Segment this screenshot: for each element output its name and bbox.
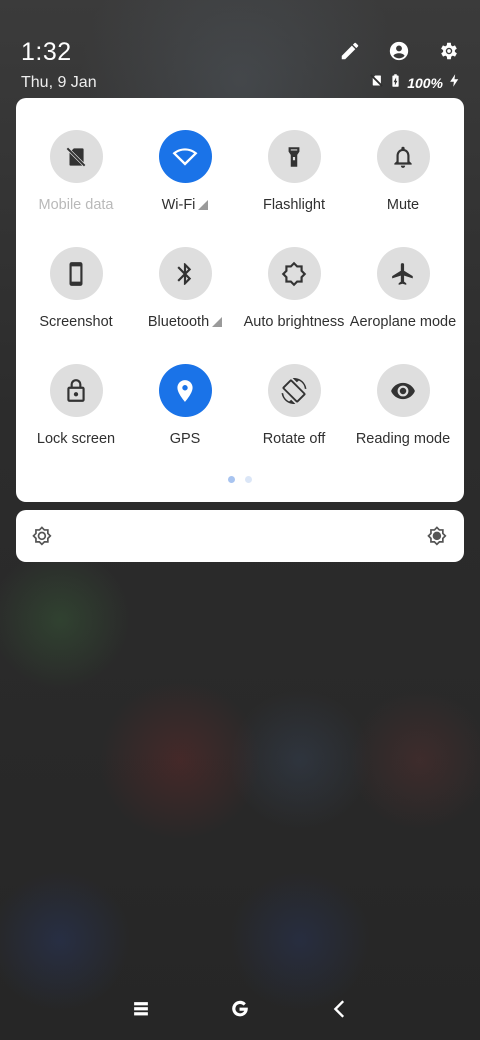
- lock-screen-toggle[interactable]: [49, 364, 103, 417]
- bluetooth-toggle[interactable]: [158, 247, 212, 300]
- status-header: 1:32 Thu, 9 Jan 100%: [0, 0, 480, 98]
- tile-lock-screen[interactable]: Lock screen: [22, 364, 130, 464]
- tile-label: Auto brightness: [243, 314, 345, 330]
- tile-wifi[interactable]: Wi-Fi: [131, 130, 239, 230]
- eye-icon: [391, 382, 415, 399]
- tile-screenshot[interactable]: Screenshot: [22, 247, 130, 347]
- edit-icon[interactable]: [337, 38, 363, 64]
- charging-bolt-icon: [447, 73, 462, 93]
- settings-icon[interactable]: [436, 38, 462, 64]
- tile-aeroplane-mode[interactable]: Aeroplane mode: [349, 247, 457, 347]
- tile-bluetooth[interactable]: Bluetooth: [131, 247, 239, 347]
- no-sim-icon: [65, 146, 87, 167]
- tile-label: GPS: [169, 431, 201, 447]
- brightness-slider[interactable]: [16, 510, 464, 562]
- expand-arrow-icon: [212, 317, 223, 327]
- aeroplane-mode-toggle[interactable]: [376, 247, 430, 300]
- tile-label: Reading mode: [355, 431, 451, 447]
- navigation-bar: [0, 980, 480, 1040]
- airplane-icon: [392, 262, 413, 285]
- tile-label: Mobile data: [38, 197, 114, 213]
- tile-reading-mode[interactable]: Reading mode: [349, 364, 457, 464]
- location-icon: [177, 379, 193, 402]
- tile-label: Screenshot: [39, 314, 113, 330]
- page-indicator: [16, 476, 464, 483]
- tile-gps[interactable]: GPS: [131, 364, 239, 464]
- tile-auto-brightness[interactable]: Auto brightness: [240, 247, 348, 347]
- battery-charging-icon: [388, 73, 403, 93]
- mobile-data-toggle[interactable]: [49, 130, 103, 183]
- date[interactable]: Thu, 9 Jan: [21, 74, 97, 92]
- clock: 1:32: [21, 38, 72, 66]
- lock-icon: [67, 378, 85, 402]
- wifi-icon: [172, 147, 198, 166]
- tile-rotate[interactable]: Rotate off: [240, 364, 348, 464]
- auto-brightness-toggle[interactable]: [267, 247, 321, 300]
- quick-settings-panel: Mobile data Wi-Fi Flashlight Mute Screen…: [16, 98, 464, 502]
- tile-mute[interactable]: Mute: [349, 130, 457, 230]
- tile-label: Flashlight: [262, 197, 326, 213]
- system-status-icons: 100%: [369, 73, 462, 93]
- tile-label: Lock screen: [36, 431, 116, 447]
- flashlight-icon: [288, 146, 300, 167]
- bluetooth-icon: [177, 262, 192, 285]
- account-icon[interactable]: [386, 38, 412, 64]
- back-icon[interactable]: [325, 994, 355, 1024]
- expand-arrow-icon: [198, 200, 209, 210]
- page-dot-1[interactable]: [228, 476, 235, 483]
- tile-label: Mute: [386, 197, 420, 213]
- tile-mobile-data[interactable]: Mobile data: [22, 130, 130, 230]
- auto-brightness-icon: [281, 261, 307, 286]
- screenshot-toggle[interactable]: [49, 247, 103, 300]
- mute-toggle[interactable]: [376, 130, 430, 183]
- tile-label: Rotate off: [262, 431, 326, 447]
- home-icon[interactable]: [225, 994, 255, 1024]
- brightness-low-icon: [30, 524, 54, 548]
- bell-icon: [394, 146, 412, 168]
- tile-label: Wi-Fi: [162, 197, 209, 213]
- tile-label: Aeroplane mode: [349, 314, 457, 330]
- page-dot-2[interactable]: [245, 476, 252, 483]
- no-sim-icon: [369, 73, 384, 93]
- reading-mode-toggle[interactable]: [376, 364, 430, 417]
- tile-flashlight[interactable]: Flashlight: [240, 130, 348, 230]
- rotate-toggle[interactable]: [267, 364, 321, 417]
- phone-icon: [69, 261, 83, 286]
- brightness-high-icon: [425, 524, 449, 548]
- recents-icon[interactable]: [126, 994, 156, 1024]
- flashlight-toggle[interactable]: [267, 130, 321, 183]
- battery-percentage: 100%: [407, 75, 443, 91]
- tile-label: Bluetooth: [148, 314, 223, 330]
- wifi-toggle[interactable]: [158, 130, 212, 183]
- gps-toggle[interactable]: [158, 364, 212, 417]
- rotate-icon: [281, 377, 307, 404]
